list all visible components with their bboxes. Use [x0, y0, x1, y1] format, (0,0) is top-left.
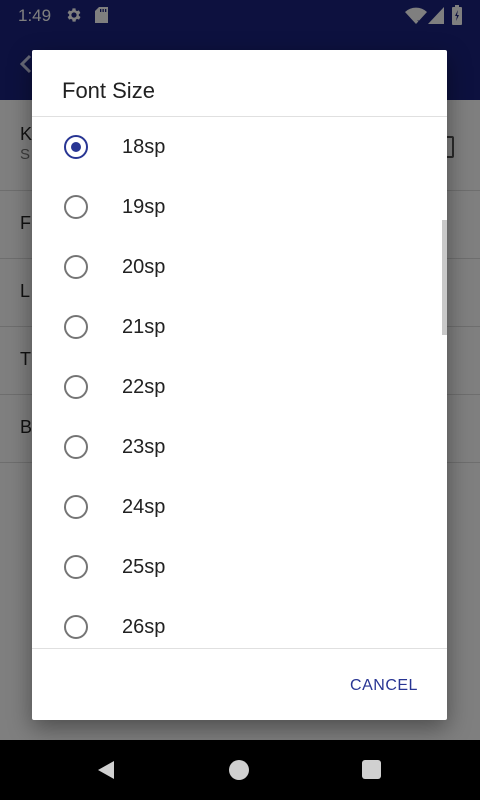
home-icon[interactable] — [229, 760, 249, 780]
option-label: 18sp — [122, 136, 166, 158]
radio-button-icon[interactable] — [64, 375, 88, 399]
scrollbar-thumb[interactable] — [442, 220, 447, 335]
font-size-option[interactable]: 20sp — [32, 255, 447, 316]
font-size-dialog: Font Size 18sp 19sp 20sp 21sp 22sp 23sp … — [32, 50, 447, 720]
recents-icon[interactable] — [362, 760, 381, 779]
cancel-button[interactable]: CANCEL — [334, 666, 434, 706]
font-size-option[interactable]: 18sp — [32, 135, 447, 196]
radio-button-checked-icon[interactable] — [64, 135, 88, 159]
font-size-option[interactable]: 22sp — [32, 375, 447, 436]
option-label: 21sp — [122, 316, 166, 338]
navigation-bar — [0, 740, 480, 800]
radio-button-icon[interactable] — [64, 495, 88, 519]
font-size-option[interactable]: 25sp — [32, 555, 447, 616]
radio-button-icon[interactable] — [64, 615, 88, 639]
divider — [32, 648, 447, 649]
radio-button-icon[interactable] — [64, 195, 88, 219]
option-label: 20sp — [122, 256, 166, 278]
option-label: 26sp — [122, 616, 166, 638]
font-size-option[interactable]: 26sp — [32, 615, 447, 648]
font-size-option[interactable]: 19sp — [32, 195, 447, 256]
radio-button-icon[interactable] — [64, 315, 88, 339]
radio-button-icon[interactable] — [64, 255, 88, 279]
radio-button-icon[interactable] — [64, 435, 88, 459]
font-size-options: 18sp 19sp 20sp 21sp 22sp 23sp 24sp 25sp … — [32, 117, 447, 648]
font-size-option[interactable]: 24sp — [32, 495, 447, 556]
font-size-option[interactable]: 23sp — [32, 435, 447, 496]
option-label: 25sp — [122, 556, 166, 578]
screen: 1:49 x K S — [0, 0, 480, 800]
option-label: 19sp — [122, 196, 166, 218]
option-label: 24sp — [122, 496, 166, 518]
font-size-option[interactable]: 21sp — [32, 315, 447, 376]
option-label: 22sp — [122, 376, 166, 398]
back-icon[interactable] — [96, 760, 116, 780]
option-label: 23sp — [122, 436, 166, 458]
radio-button-icon[interactable] — [64, 555, 88, 579]
dialog-title: Font Size — [62, 78, 155, 103]
